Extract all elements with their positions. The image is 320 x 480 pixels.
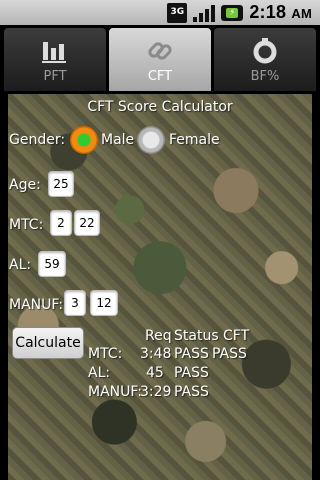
result-manuf-label: MANUF:: [88, 384, 143, 400]
chain-link-icon: [148, 41, 172, 60]
al-label: AL:: [9, 257, 32, 273]
result-al-label: AL:: [88, 365, 111, 381]
gender-male-label[interactable]: Male: [101, 132, 134, 148]
result-mtc-label: MTC:: [88, 346, 123, 362]
gender-male-radio[interactable]: [70, 126, 98, 154]
tab-bar: PFT CFT BF%: [0, 25, 320, 91]
mtc-minutes-input[interactable]: 2: [50, 210, 72, 236]
manuf-seconds-input[interactable]: 12: [90, 290, 118, 316]
results-header-cft: CFT: [223, 328, 250, 344]
page-title: CFT Score Calculator: [87, 99, 233, 115]
result-al-status: PASS: [174, 365, 209, 381]
mtc-seconds-input[interactable]: 22: [74, 210, 100, 236]
mtc-label: MTC:: [9, 217, 44, 233]
al-input[interactable]: 59: [38, 251, 66, 277]
tab-bf[interactable]: BF%: [214, 28, 316, 91]
calculator-panel: CFT Score Calculator Gender: Male Female…: [8, 94, 312, 480]
age-label: Age:: [9, 177, 41, 193]
tab-cft-label: CFT: [147, 68, 173, 84]
result-manuf-status: PASS: [174, 384, 209, 400]
result-mtc-status: PASS: [174, 346, 209, 362]
results-header-status: Status: [174, 328, 219, 344]
signal-strength-icon: [193, 4, 216, 22]
gender-female-radio[interactable]: [137, 126, 165, 154]
tab-cft[interactable]: CFT: [109, 28, 211, 91]
results-header-req: Req: [145, 328, 172, 344]
status-clock: 2:18 AM: [249, 2, 312, 22]
bar-chart-icon: [42, 41, 66, 63]
result-mtc-req: 3:48: [140, 346, 172, 362]
result-al-req: 45: [146, 365, 164, 381]
result-manuf-req: 3:29: [140, 384, 172, 400]
gender-female-label[interactable]: Female: [169, 132, 220, 148]
status-bar: 3G ⚡ 2:18 AM: [0, 0, 320, 25]
tab-pft-label: PFT: [43, 68, 67, 84]
manuf-label: MANUF:: [9, 297, 64, 313]
gender-label: Gender:: [9, 132, 66, 148]
result-mtc-cft: PASS: [212, 346, 247, 362]
calculate-button[interactable]: Calculate: [12, 327, 84, 359]
manuf-minutes-input[interactable]: 3: [64, 290, 86, 316]
network-3g-icon: 3G: [167, 2, 188, 23]
tab-pft[interactable]: PFT: [4, 28, 106, 91]
tab-bf-label: BF%: [250, 68, 280, 84]
gear-icon: [253, 37, 277, 63]
battery-charging-icon: ⚡: [221, 4, 244, 21]
age-input[interactable]: 25: [48, 171, 74, 197]
